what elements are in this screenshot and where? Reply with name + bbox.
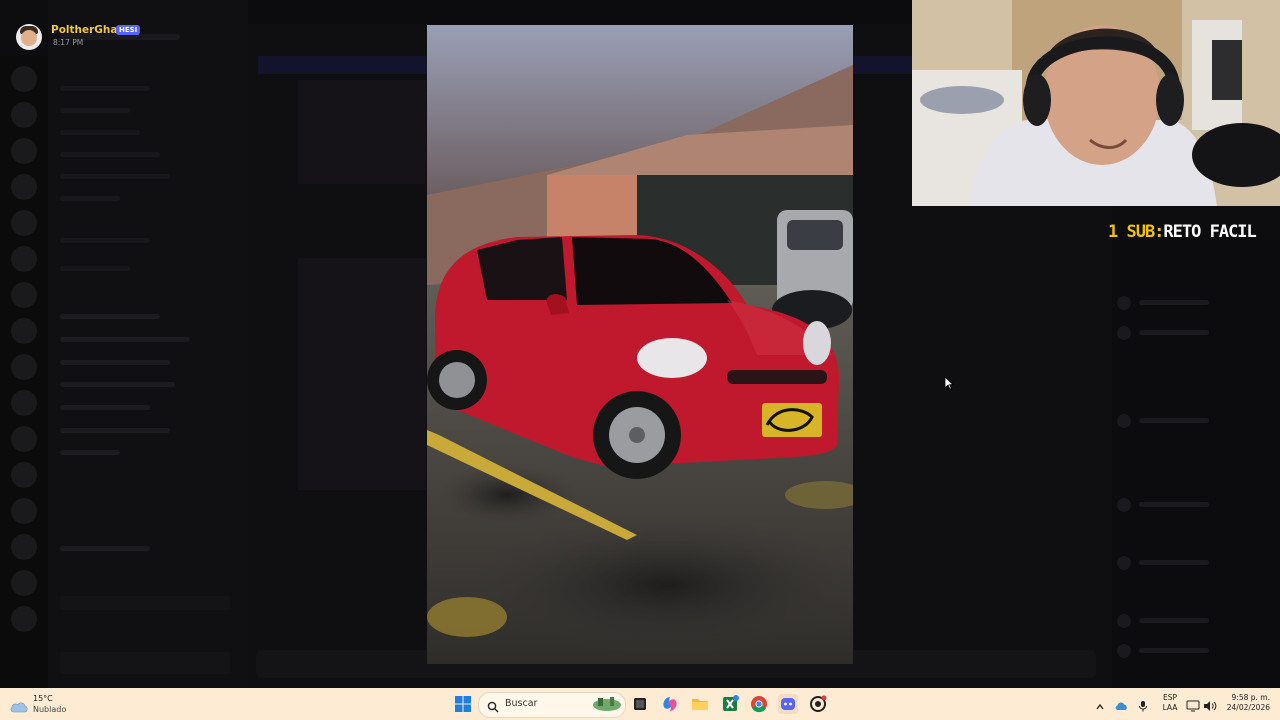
user-badge: HESI [116, 25, 141, 35]
excel-icon [723, 695, 739, 711]
system-clock[interactable]: 9:58 p. m. 24/02/2026 [1222, 693, 1270, 713]
chrome-icon [751, 696, 767, 713]
server-icon [11, 66, 37, 92]
monitor-icon[interactable] [1186, 697, 1200, 716]
member-placeholder [1117, 410, 1257, 428]
windows-icon [455, 696, 471, 712]
speaker-icon[interactable] [1203, 697, 1217, 716]
channel-placeholder [60, 450, 120, 455]
sub-goal-text: RETO FACIL [1163, 222, 1256, 242]
file-explorer-icon [692, 699, 708, 710]
channel-placeholder [60, 596, 230, 610]
mouse-cursor-icon [944, 375, 955, 394]
discord-button[interactable] [778, 694, 798, 714]
channel-placeholder [60, 152, 160, 157]
channel-placeholder [60, 266, 130, 271]
discord-server-rail [0, 56, 48, 688]
server-icon [11, 354, 37, 380]
message-timestamp: 8:17 PM [53, 38, 84, 47]
server-icon [11, 426, 37, 452]
server-icon [11, 318, 37, 344]
channel-placeholder [60, 337, 190, 342]
server-icon [11, 138, 37, 164]
server-icon [11, 210, 37, 236]
server-icon [11, 570, 37, 596]
keyboard-layout: LAA [1162, 703, 1178, 712]
search-placeholder: Buscar [505, 698, 538, 709]
member-placeholder [1117, 552, 1257, 570]
server-icon [11, 606, 37, 632]
weather-temperature: 15°C [33, 694, 53, 703]
obs-button[interactable] [808, 694, 828, 714]
discord-icon [781, 698, 795, 710]
server-icon [11, 390, 37, 416]
server-icon [11, 174, 37, 200]
member-placeholder [1117, 640, 1257, 658]
webcam-feed [912, 0, 1280, 206]
start-button[interactable] [453, 694, 473, 714]
file-explorer-button[interactable] [690, 694, 710, 714]
channel-placeholder [60, 174, 170, 179]
streamer-camera [912, 0, 1280, 206]
image-viewer[interactable] [427, 25, 853, 664]
excel-button[interactable] [720, 694, 740, 714]
member-placeholder [1117, 494, 1257, 512]
avatar[interactable] [16, 24, 42, 50]
clock-date: 24/02/2026 [1226, 703, 1270, 712]
taskbar-search[interactable]: Buscar [478, 692, 626, 718]
channel-placeholder [60, 428, 170, 433]
member-placeholder [1117, 610, 1257, 628]
discord-channel-list [48, 0, 248, 688]
server-icon [11, 282, 37, 308]
language-code: ESP [1162, 693, 1178, 702]
task-view-icon [634, 698, 646, 710]
car-photo [427, 25, 853, 664]
weather-description: Nublado [33, 705, 67, 714]
task-view-button[interactable] [630, 694, 650, 714]
search-highlight-icon [592, 696, 622, 716]
member-placeholder [1117, 322, 1257, 340]
cloud-icon [10, 698, 28, 717]
channel-placeholder [60, 196, 120, 201]
server-icon [11, 246, 37, 272]
member-placeholder [1117, 292, 1257, 310]
channel-placeholder [60, 108, 130, 113]
channel-placeholder [60, 86, 150, 91]
server-icon [11, 534, 37, 560]
user-panel-placeholder [60, 652, 230, 674]
channel-placeholder [60, 382, 175, 387]
mic-icon[interactable] [1138, 697, 1148, 716]
taskbar: 15°C Nublado Buscar ESP LAA 9:58 p. m. 2… [0, 688, 1280, 720]
channel-placeholder [60, 360, 170, 365]
channel-placeholder [60, 546, 150, 551]
channel-placeholder [60, 405, 150, 410]
search-icon [487, 698, 499, 717]
sub-goal-overlay: 1 SUB:RETO FACIL [1108, 222, 1257, 242]
channel-placeholder [60, 130, 140, 135]
obs-icon [810, 695, 827, 712]
copilot-icon [663, 697, 677, 711]
server-icon [11, 498, 37, 524]
sub-count: 1 SUB: [1108, 222, 1164, 242]
server-icon [11, 462, 37, 488]
chevron-up-icon[interactable] [1095, 697, 1105, 716]
copilot-button[interactable] [660, 694, 680, 714]
attachment-placeholder [298, 258, 426, 490]
attachment-placeholder [298, 80, 426, 184]
channel-placeholder [60, 238, 150, 243]
channel-placeholder [60, 314, 160, 319]
network-cloud-icon[interactable] [1115, 697, 1129, 716]
clock-time: 9:58 p. m. [1231, 693, 1270, 702]
chrome-button[interactable] [749, 694, 769, 714]
language-indicator[interactable]: ESP LAA [1160, 693, 1180, 713]
server-icon [11, 102, 37, 128]
